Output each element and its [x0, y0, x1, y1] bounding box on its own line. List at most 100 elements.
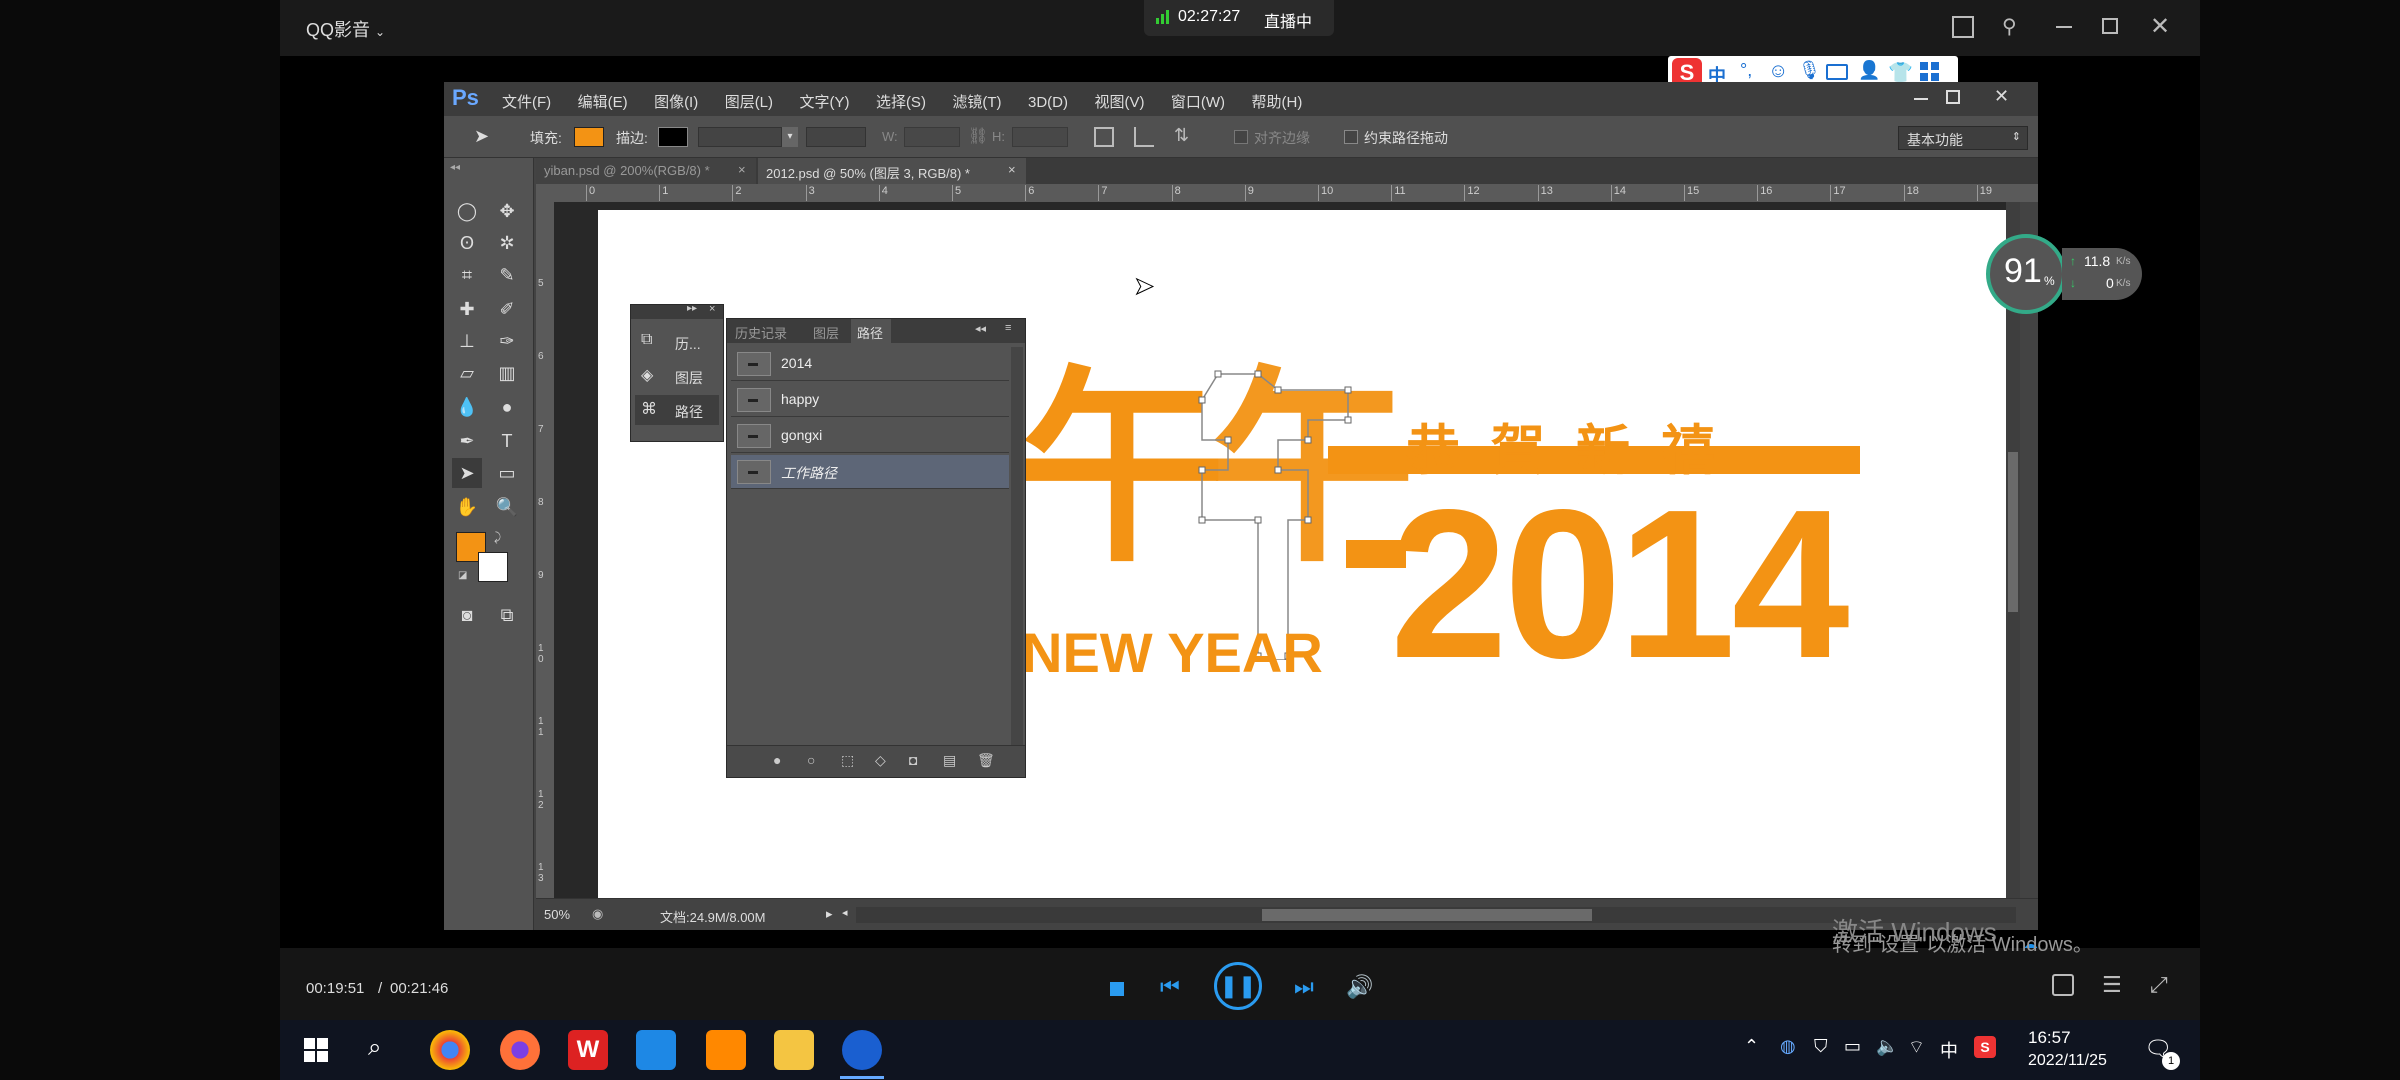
previous-icon[interactable]: ⏮ [1160, 974, 1180, 1000]
blur-tool-icon[interactable]: 💧 [452, 392, 482, 422]
status-menu-icon[interactable]: ▸ [826, 906, 833, 922]
load-selection-icon[interactable]: ⬚ [841, 752, 854, 769]
volume-icon[interactable]: 🔊 [1346, 974, 1373, 1000]
wps-icon[interactable]: W [568, 1030, 608, 1070]
dodge-tool-icon[interactable]: ● [492, 392, 522, 422]
path-arrangement-icon[interactable]: ⇅ [1174, 125, 1189, 146]
restore-icon[interactable] [2102, 18, 2118, 34]
stroke-type-select[interactable] [806, 127, 866, 147]
mini-history-button[interactable]: ⧉ 历... [635, 327, 719, 357]
next-icon[interactable]: ⏭ [1294, 974, 1314, 1000]
menu-image[interactable]: 图像(I) [654, 94, 698, 111]
file-explorer-icon[interactable] [774, 1030, 814, 1070]
path-alignment-icon[interactable] [1134, 127, 1154, 147]
align-edges-checkbox[interactable] [1234, 130, 1248, 144]
ime-indicator[interactable]: 中 [1940, 1037, 1958, 1063]
path-row[interactable]: happy [731, 383, 1009, 417]
video-area[interactable]: S 中 °, ☺ 🎙 👤 👕 Ps 文件(F) 编辑(E) 图像(I) 图层(L… [280, 56, 2200, 948]
hand-tool-icon[interactable]: ✋ [452, 492, 482, 522]
punctuation-icon[interactable]: °, [1740, 60, 1752, 81]
mini-panel-header[interactable]: ▸▸ × [631, 303, 723, 319]
tab-paths[interactable]: 路径 [851, 319, 891, 343]
wifi-icon[interactable]: ⌔ [1908, 1036, 1925, 1059]
gradient-tool-icon[interactable]: ▥ [492, 358, 522, 388]
clock-time[interactable]: 16:57 [2028, 1028, 2071, 1048]
menu-edit[interactable]: 编辑(E) [578, 94, 628, 111]
qq-player-taskbar-icon[interactable] [842, 1030, 882, 1070]
menu-window[interactable]: 窗口(W) [1171, 94, 1225, 111]
menu-view[interactable]: 视图(V) [1094, 94, 1144, 111]
pin-icon[interactable]: ⚲ [2002, 14, 2017, 39]
panel-menu-icon[interactable]: ≡ [1005, 322, 1011, 334]
eraser-tool-icon[interactable]: ▱ [452, 358, 482, 388]
menu-3d[interactable]: 3D(D) [1028, 94, 1068, 111]
path-selection-tool-icon[interactable]: ➤ [452, 458, 482, 488]
vertical-scroll-thumb[interactable] [2008, 452, 2018, 612]
default-colors-icon[interactable]: ◪ [458, 570, 467, 581]
history-brush-tool-icon[interactable]: ✑ [492, 326, 522, 356]
collapse-panel-icon[interactable]: ◂◂ [975, 322, 986, 335]
panel-scrollbar[interactable] [1011, 347, 1023, 747]
tab-2012[interactable]: 2012.psd @ 50% (图层 3, RGB/8) * × [758, 158, 1026, 184]
lasso-tool-icon[interactable]: ʘ [452, 228, 482, 258]
ps-close-icon[interactable]: ✕ [1994, 86, 2009, 107]
path-operations-icon[interactable] [1094, 127, 1114, 147]
close-icon[interactable]: ✕ [2150, 12, 2170, 41]
collapse-toolbox-icon[interactable]: ◂◂ [450, 162, 460, 173]
firefox-icon[interactable] [500, 1030, 540, 1070]
zoom-tool-icon[interactable]: 🔍 [492, 492, 522, 522]
close-panel-icon[interactable]: × [709, 303, 715, 315]
brush-tool-icon[interactable]: ✐ [492, 294, 522, 324]
menu-filter[interactable]: 滤镜(T) [952, 94, 1001, 111]
pause-button[interactable]: ❚❚ [1214, 962, 1262, 1010]
swap-colors-icon[interactable]: ⤸ [494, 530, 501, 545]
workspace-select[interactable]: 基本功能 ⇕ [1898, 126, 2028, 150]
clone-stamp-tool-icon[interactable]: ⊥ [452, 326, 482, 356]
add-mask-icon[interactable]: ◘ [909, 752, 917, 768]
eyedropper-tool-icon[interactable]: ✎ [492, 260, 522, 290]
height-field[interactable] [1012, 127, 1068, 147]
new-path-icon[interactable]: ▤ [943, 752, 956, 769]
minimize-icon[interactable] [2056, 26, 2072, 28]
tray-app-icon[interactable]: ◍ [1780, 1036, 1796, 1057]
tab-history[interactable]: 历史记录 [735, 323, 787, 342]
close-tab-icon[interactable]: × [1008, 162, 1016, 177]
menu-type[interactable]: 文字(Y) [799, 94, 849, 111]
constrain-path-checkbox[interactable] [1344, 130, 1358, 144]
path-row[interactable]: 2014 [731, 347, 1009, 381]
horizontal-scroll-thumb[interactable] [1262, 909, 1592, 921]
canvas-area[interactable]: 午 午 恭 賀 新 禧 2014 NEW YEAR ▸▸ × ⧉ 历... ◈ … [554, 202, 2020, 898]
close-tab-icon[interactable]: × [738, 162, 746, 177]
path-select-tool-icon[interactable]: ➤ [474, 126, 489, 147]
background-color-swatch[interactable] [478, 552, 508, 582]
path-row-selected[interactable]: 工作路径 [731, 455, 1009, 489]
keyboard-icon[interactable] [1826, 64, 1848, 80]
shield-icon[interactable]: ⛉ [1814, 1036, 1828, 1057]
zoom-level[interactable]: 50% [544, 907, 570, 922]
network-speed-widget[interactable]: 91 % ↑ 11.8 K/s ↓ 0 K/s [1986, 234, 2146, 314]
path-row[interactable]: gongxi [731, 419, 1009, 453]
document-canvas[interactable]: 午 午 恭 賀 新 禧 2014 NEW YEAR ▸▸ × ⧉ 历... ◈ … [598, 210, 2020, 898]
microphone-icon[interactable]: 🎙 [1798, 60, 1821, 81]
emoji-icon[interactable]: ☺ [1768, 60, 1788, 83]
speaker-icon[interactable]: 🔈 [1876, 1036, 1898, 1057]
pen-tool-icon[interactable]: ✒ [452, 426, 482, 456]
mini-layers-button[interactable]: ◈ 图层 [635, 361, 719, 391]
windows-start-icon[interactable] [304, 1038, 328, 1062]
tab-yiban[interactable]: yiban.psd @ 200%(RGB/8) * × [536, 158, 756, 184]
rectangle-tool-icon[interactable]: ▭ [492, 458, 522, 488]
marquee-tool-icon[interactable]: ◯ [452, 196, 482, 226]
scroll-left-icon[interactable]: ◂ [842, 906, 848, 919]
fill-swatch[interactable] [574, 127, 604, 147]
settings-sliders-icon[interactable]: ☰ [2102, 972, 2122, 998]
crop-tool-icon[interactable]: ⌗ [452, 260, 482, 290]
media-app-icon[interactable] [706, 1030, 746, 1070]
mini-paths-button[interactable]: ⌘ 路径 [635, 395, 719, 425]
ps-restore-icon[interactable] [1946, 90, 1960, 104]
tray-expand-icon[interactable]: ⌃ [1744, 1036, 1759, 1057]
menu-file[interactable]: 文件(F) [502, 94, 551, 111]
menu-select[interactable]: 选择(S) [876, 94, 926, 111]
stroke-path-icon[interactable]: ○ [807, 752, 815, 768]
toolbox-icon[interactable] [1920, 62, 1940, 82]
info-icon[interactable]: ◉ [592, 906, 603, 922]
